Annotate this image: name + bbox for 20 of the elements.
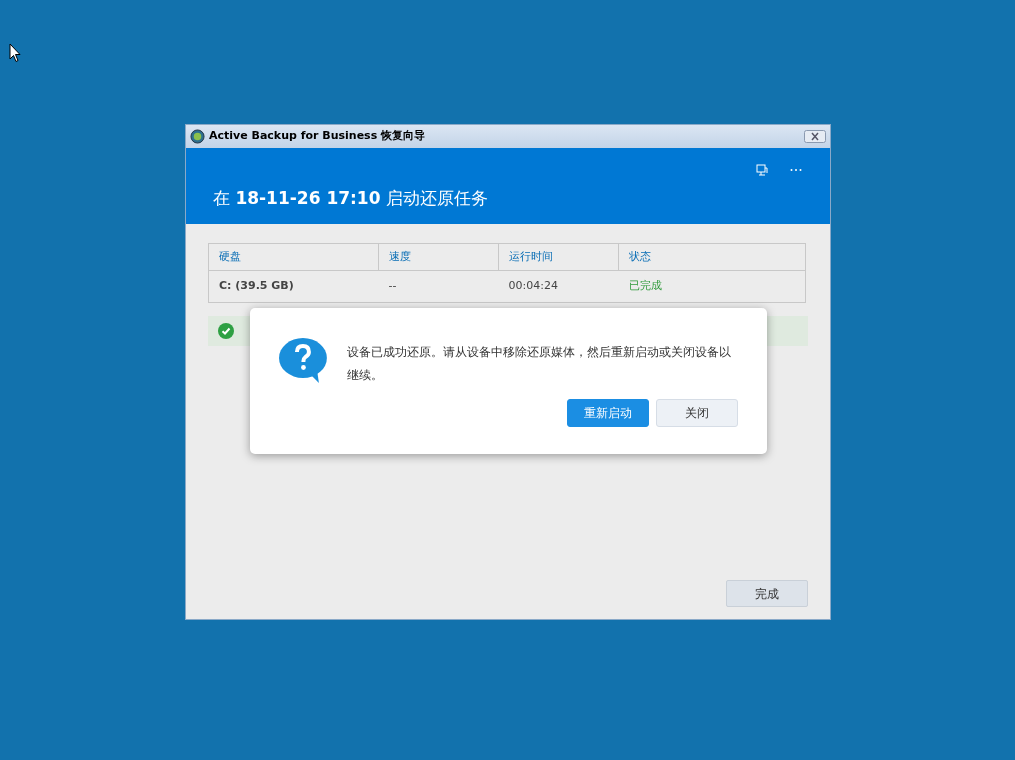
- window-title: Active Backup for Business 恢复向导: [209, 128, 427, 145]
- close-button[interactable]: 关闭: [656, 399, 738, 427]
- table-cell: C: (39.5 GB): [208, 270, 379, 303]
- question-bubble-icon: [279, 337, 329, 383]
- monitor-icon[interactable]: [756, 164, 768, 176]
- dialog-message: 设备已成功还原。请从设备中移除还原媒体，然后重新启动或关闭设备以继续。: [346, 344, 732, 384]
- column-header: 速度: [378, 243, 499, 271]
- app-logo-icon: [190, 129, 205, 144]
- finish-button[interactable]: 完成: [726, 580, 808, 607]
- mouse-pointer-icon: [9, 43, 21, 63]
- task-heading: 在 18-11-26 17:10 启动还原任务: [213, 187, 489, 210]
- table-cell: 00:04:24: [498, 270, 619, 303]
- check-circle-icon: [218, 323, 234, 339]
- close-icon[interactable]: [804, 130, 826, 143]
- more-icon[interactable]: [790, 168, 802, 172]
- column-header: 状态: [618, 243, 806, 271]
- table-cell: --: [378, 270, 499, 303]
- table-cell: 已完成: [618, 270, 806, 303]
- column-header: 硬盘: [208, 243, 379, 271]
- column-header: 运行时间: [498, 243, 619, 271]
